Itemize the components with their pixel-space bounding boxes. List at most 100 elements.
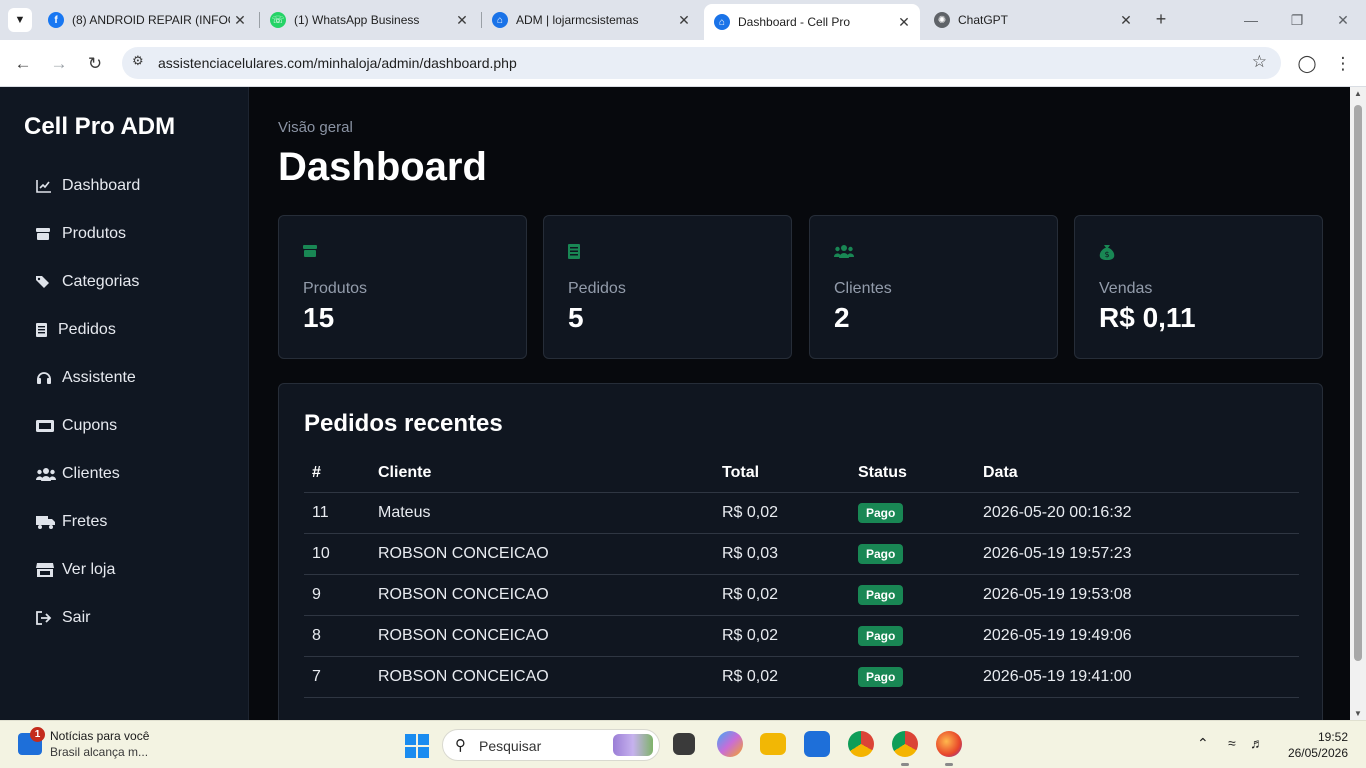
reload-icon: ↻ <box>87 54 103 73</box>
windows-logo-pane <box>405 747 416 758</box>
users-icon <box>36 467 62 481</box>
order-cliente: ROBSON CONCEICAO <box>370 574 714 616</box>
sidebar-item-label: Dashboard <box>62 177 141 194</box>
close-icon: ✕ <box>1337 12 1349 28</box>
speaker-icon[interactable]: ♬ <box>1250 735 1264 751</box>
sidebar-item-assistente[interactable]: Assistente <box>24 354 239 402</box>
order-status: Pago <box>850 533 975 575</box>
column-header: # <box>304 454 370 493</box>
close-icon[interactable]: ✕ <box>674 12 694 29</box>
sidebar-item-produtos[interactable]: Produtos <box>24 210 239 258</box>
menu-button[interactable]: ⋮ <box>1329 50 1357 78</box>
task-view-icon[interactable] <box>673 733 695 755</box>
tab-title: ChatGPT <box>958 13 1009 27</box>
close-icon[interactable]: ✕ <box>452 12 472 29</box>
search-highlight-image <box>613 734 653 756</box>
table-row: 11 Mateus R$ 0,02 Pago 2026-05-20 00:16:… <box>304 492 1299 534</box>
page-eyebrow: Visão geral <box>278 119 353 136</box>
chevron-up-icon[interactable]: ⌃ <box>1197 735 1209 752</box>
restore-button[interactable]: ❐ <box>1274 8 1320 32</box>
home-icon: ⌂ <box>492 12 508 28</box>
sidebar-item-label: Sair <box>62 609 91 626</box>
scroll-up-icon[interactable]: ▲ <box>1353 89 1363 98</box>
facebook-icon: f <box>48 12 64 28</box>
browser-tab-5[interactable]: ✺ ChatGPT ✕ <box>924 6 1142 34</box>
clock-time: 19:52 <box>1317 730 1348 744</box>
kebab-menu-icon: ⋮ <box>1334 54 1352 73</box>
taskbar-search-placeholder: Pesquisar <box>479 738 542 754</box>
users-icon <box>833 244 855 263</box>
search-icon: ⚲ <box>455 737 466 754</box>
new-tab-button[interactable]: + <box>1150 8 1172 30</box>
address-bar[interactable]: ⚙ assistenciacelulares.com/minhaloja/adm… <box>122 47 1281 79</box>
news-widget-subtitle[interactable]: Brasil alcança m... <box>50 745 148 759</box>
stat-label: Produtos <box>303 280 368 297</box>
system-clock[interactable]: 19:52 26/05/2026 <box>1288 729 1348 761</box>
sidebar-item-label: Cupons <box>62 417 118 434</box>
home-icon: ⌂ <box>714 14 730 30</box>
money-bag-icon: $ <box>1099 244 1115 265</box>
headset-icon <box>36 371 62 385</box>
close-window-button[interactable]: ✕ <box>1320 8 1366 32</box>
forward-button[interactable]: → <box>45 50 73 78</box>
profile-button[interactable]: ◯ <box>1293 50 1321 78</box>
tab-search-button[interactable]: ▼ <box>8 8 32 32</box>
scroll-down-icon[interactable]: ▼ <box>1353 709 1363 718</box>
browser-tab-1[interactable]: f (8) ANDROID REPAIR (INFOC ✕ <box>38 6 256 34</box>
sidebar-item-cupons[interactable]: Cupons <box>24 402 239 450</box>
chrome-icon[interactable] <box>848 731 874 757</box>
stat-card-vendas: $ Vendas R$ 0,11 <box>1074 215 1323 359</box>
column-header: Total <box>714 454 850 493</box>
stat-card-produtos: Produtos 15 <box>278 215 527 359</box>
stat-label: Pedidos <box>568 280 626 297</box>
status-badge: Pago <box>858 502 904 523</box>
sidebar-item-clientes[interactable]: Clientes <box>24 450 239 498</box>
order-data: 2026-05-19 19:49:06 <box>975 615 1299 657</box>
back-button[interactable]: ← <box>9 50 37 78</box>
sidebar-item-categorias[interactable]: Categorias <box>24 258 239 306</box>
chrome-profile-icon[interactable] <box>892 731 918 757</box>
arrow-right-icon: → <box>50 54 68 73</box>
order-total: R$ 0,02 <box>714 574 850 616</box>
tags-icon <box>36 275 62 289</box>
close-icon[interactable]: ✕ <box>894 14 914 31</box>
sidebar-item-sair[interactable]: Sair <box>24 594 239 642</box>
site-settings-icon[interactable]: ⚙ <box>132 53 144 69</box>
minimize-button[interactable]: — <box>1228 8 1274 32</box>
receipt-icon <box>568 244 580 264</box>
url-text[interactable]: assistenciacelulares.com/minhaloja/admin… <box>158 55 517 71</box>
order-cliente: Mateus <box>370 492 714 534</box>
order-data: 2026-05-19 19:57:23 <box>975 533 1299 575</box>
order-status: Pago <box>850 615 975 657</box>
start-button[interactable] <box>405 734 429 758</box>
column-header: Data <box>975 454 1299 493</box>
sidebar-item-dashboard[interactable]: Dashboard <box>24 162 239 210</box>
notification-badge: 1 <box>30 727 45 742</box>
sidebar-item-pedidos[interactable]: Pedidos <box>24 306 239 354</box>
sidebar-item-ver-loja[interactable]: Ver loja <box>24 546 239 594</box>
browser-tab-3[interactable]: ⌂ ADM | lojarmcsistemas ✕ <box>482 6 700 34</box>
order-id: 10 <box>304 533 370 575</box>
windows-logo-pane <box>405 734 416 745</box>
close-icon[interactable]: ✕ <box>230 12 250 29</box>
stat-card-clientes: Clientes 2 <box>809 215 1058 359</box>
browser-tab-active[interactable]: ⌂ Dashboard - Cell Pro ✕ <box>704 4 920 40</box>
firefox-icon[interactable] <box>936 731 962 757</box>
scrollbar-thumb[interactable] <box>1354 105 1362 661</box>
bookmark-star-icon[interactable]: ☆ <box>1252 52 1267 72</box>
file-explorer-icon[interactable] <box>760 733 786 755</box>
table-row: 10 ROBSON CONCEICAO R$ 0,03 Pago 2026-05… <box>304 533 1299 575</box>
reload-button[interactable]: ↻ <box>81 50 109 78</box>
chart-line-icon <box>36 179 62 193</box>
whatsapp-icon: ☏ <box>270 12 286 28</box>
wifi-icon[interactable]: ≈ <box>1228 735 1236 751</box>
sidebar-item-fretes[interactable]: Fretes <box>24 498 239 546</box>
close-icon[interactable]: ✕ <box>1116 12 1136 29</box>
browser-tab-2[interactable]: ☏ (1) WhatsApp Business ✕ <box>260 6 478 34</box>
microsoft-store-icon[interactable] <box>804 731 830 757</box>
news-widget-title[interactable]: Notícias para você <box>50 729 149 743</box>
taskbar-search[interactable]: ⚲ Pesquisar <box>442 729 660 761</box>
page-scrollbar[interactable]: ▲ ▼ <box>1350 87 1366 720</box>
copilot-icon[interactable] <box>717 731 743 757</box>
column-header: Status <box>850 454 975 493</box>
